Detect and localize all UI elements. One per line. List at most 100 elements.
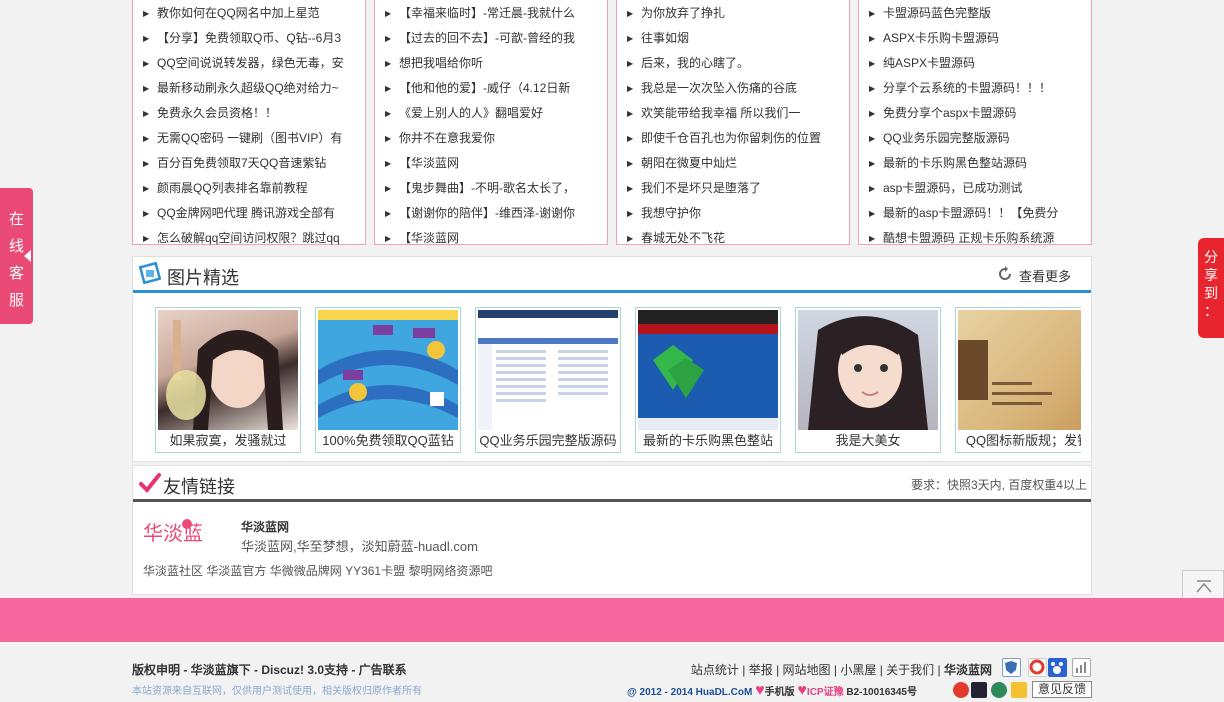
globe-icon[interactable] — [991, 682, 1007, 698]
stats-icon[interactable] — [1072, 658, 1091, 677]
list-item[interactable]: ▶ 想把我唱给你听 — [375, 51, 607, 76]
friend-link[interactable]: 黎明网络资源吧 — [408, 564, 492, 578]
online-service-tab[interactable]: 在线客服 — [0, 188, 33, 324]
list-item[interactable]: ▶ 最新的asp卡盟源码！！【免费分 — [859, 201, 1091, 226]
list-item[interactable]: ▶ 后来，我的心瞎了。 — [617, 51, 849, 76]
list-item[interactable]: ▶ QQ业务乐园完整版源码 — [859, 126, 1091, 151]
list-item[interactable]: ▶ 【他和他的爱】-威仔（4.12日新 — [375, 76, 607, 101]
list-item-text: 最新移动刷永久超级QQ绝对给力~ — [157, 81, 339, 95]
picture-card[interactable]: 最新的卡乐购黑色整站 — [635, 307, 781, 453]
list-item[interactable]: ▶ 我们不是坏只是堕落了 — [617, 176, 849, 201]
list-item[interactable]: ▶ 百分百免费领取7天QQ音速紫钻 — [133, 151, 365, 176]
heart-icon: ♥ — [797, 682, 807, 699]
bullet-arrow-icon: ▶ — [385, 34, 392, 43]
list-item[interactable]: ▶ 【谢谢你的陪伴】-维西泽-谢谢你 — [375, 201, 607, 226]
list-item[interactable]: ▶ 我总是一次次坠入伤痛的谷底 — [617, 76, 849, 101]
list-item-text: 后来，我的心瞎了。 — [641, 56, 750, 70]
mail-icon[interactable] — [1011, 682, 1027, 698]
links-header: 友情链接 要求：快照3天内, 百度权重4以上 — [133, 466, 1091, 502]
picture-card[interactable]: QQ业务乐园完整版源码 — [475, 307, 621, 453]
baidu-paw-icon[interactable] — [1048, 658, 1067, 677]
list-item[interactable]: ▶ 颜雨晨QQ列表排名靠前教程 — [133, 176, 365, 201]
picture-card[interactable]: QQ图标新版规；发钻 — [955, 307, 1081, 453]
list-item[interactable]: ▶ 【幸福来临时】-常迁晨-我就什么 — [375, 1, 607, 26]
list-item[interactable]: ▶ 欢笑能带给我幸福 所以我们一 — [617, 101, 849, 126]
featured-link-name[interactable]: 华淡蓝网 — [241, 518, 289, 535]
list-item[interactable]: ▶ ASPX卡乐购卡盟源码 — [859, 26, 1091, 51]
girl-photo — [158, 310, 298, 430]
list-item[interactable]: ▶ 即使千仓百孔也为你留刺伤的位置 — [617, 126, 849, 151]
friend-link[interactable]: YY361卡盟 — [345, 564, 405, 578]
list-item[interactable]: ▶ 为你放弃了挣扎 — [617, 1, 849, 26]
list-item-text: asp卡盟源码，已成功测试 — [883, 181, 1023, 195]
list-item-text: 纯ASPX卡盟源码 — [883, 56, 976, 70]
footer-copyright-links[interactable]: 版权申明 - 华淡蓝旗下 - Discuz! 3.0支持 - 广告联系 — [132, 661, 407, 678]
list-item[interactable]: ▶ 【鬼步舞曲】-不明-歌名太长了， — [375, 176, 607, 201]
badge-icon[interactable] — [953, 682, 969, 698]
footer-mobile-link[interactable]: 手机版 — [765, 687, 795, 698]
list-item-text: 怎么破解qq空间访问权限？跳过qq — [157, 231, 340, 245]
bullet-arrow-icon: ▶ — [385, 234, 392, 243]
list-item[interactable]: ▶ 【分享】免费领取Q币、Q钻--6月3 — [133, 26, 365, 51]
friend-link[interactable]: 华淡蓝官方 — [206, 564, 266, 578]
bullet-arrow-icon: ▶ — [143, 9, 150, 18]
list-item[interactable]: ▶ 【华淡蓝网 — [375, 226, 607, 251]
picture-card[interactable]: 如果寂寞，发骚就过 — [155, 307, 301, 453]
list-item-text: 欢笑能带给我幸福 所以我们一 — [641, 106, 801, 120]
list-item-text: 为你放弃了挣扎 — [641, 6, 726, 20]
pictures-more-link[interactable]: 查看更多 — [1019, 266, 1071, 285]
picture-card[interactable]: 100%免费领取QQ蓝钻 — [315, 307, 461, 453]
list-item[interactable]: ▶ 酷想卡盟源码 正规卡乐购系统源 — [859, 226, 1091, 251]
list-item-text: 【鬼步舞曲】-不明-歌名太长了， — [399, 181, 575, 195]
list-item-text: 《爱上别人的人》翻唱爱好 — [399, 106, 544, 120]
bullet-arrow-icon: ▶ — [385, 59, 392, 68]
bullet-arrow-icon: ▶ — [143, 59, 150, 68]
police-icon[interactable] — [971, 682, 987, 698]
list-item[interactable]: ▶ 【过去的回不去】-可歆-曾经的我 — [375, 26, 607, 51]
footer-link[interactable]: 关于我们 — [886, 663, 934, 677]
bullet-arrow-icon: ▶ — [143, 34, 150, 43]
list-item[interactable]: ▶ QQ金牌网吧代理 腾讯游戏全部有 — [133, 201, 365, 226]
list-item-text: 百分百免费领取7天QQ音速紫钻 — [157, 156, 327, 170]
list-item[interactable]: ▶ 教你如何在QQ网名中加上星范 — [133, 1, 365, 26]
list-item-text: 【过去的回不去】-可歆-曾经的我 — [399, 31, 575, 45]
list-item[interactable]: ▶ 分享个云系统的卡盟源码！！！ — [859, 76, 1091, 101]
list-item[interactable]: ▶ 朝阳在微夏中灿烂 — [617, 151, 849, 176]
list-item[interactable]: ▶ 卡盟源码蓝色完整版 — [859, 1, 1091, 26]
footer-link[interactable]: 举报 — [749, 663, 773, 677]
list-item[interactable]: ▶ asp卡盟源码，已成功测试 — [859, 176, 1091, 201]
footer-link[interactable]: 站点统计 — [691, 663, 739, 677]
bullet-arrow-icon: ▶ — [143, 184, 150, 193]
feedback-button[interactable]: 意见反馈 — [1032, 681, 1092, 698]
shield-icon[interactable] — [1002, 658, 1021, 677]
list-item[interactable]: ▶ 我想守护你 — [617, 201, 849, 226]
list-item[interactable]: ▶ 春城无处不飞花 — [617, 226, 849, 251]
list-item[interactable]: ▶ 往事如烟 — [617, 26, 849, 51]
picture-card[interactable]: 我是大美女 — [795, 307, 941, 453]
list-item[interactable]: ▶ 怎么破解qq空间访问权限？跳过qq — [133, 226, 365, 251]
list-item[interactable]: ▶ 纯ASPX卡盟源码 — [859, 51, 1091, 76]
list-item-text: 无需QQ密码 一键刷（图书VIP）有 — [157, 131, 343, 145]
footer-icp[interactable]: ICP证豫 — [807, 687, 844, 698]
friend-link[interactable]: 华淡蓝社区 — [143, 564, 203, 578]
list-item-text: 【分享】免费领取Q币、Q钻--6月3 — [157, 31, 342, 45]
cnzz-icon[interactable] — [1028, 658, 1047, 677]
huadl-logo[interactable]: 华淡蓝 — [143, 516, 233, 546]
list-item[interactable]: ▶ 免费永久会员资格！！ — [133, 101, 365, 126]
friend-link[interactable]: 华微微品牌网 — [270, 564, 342, 578]
list-item[interactable]: ▶ 《爱上别人的人》翻唱爱好 — [375, 101, 607, 126]
list-item[interactable]: ▶ QQ空间说说转发器，绿色无毒，安 — [133, 51, 365, 76]
bullet-arrow-icon: ▶ — [627, 159, 634, 168]
list-item[interactable]: ▶ 你并不在意我爱你 — [375, 126, 607, 151]
list-item[interactable]: ▶ 最新移动刷永久超级QQ绝对给力~ — [133, 76, 365, 101]
share-tab[interactable]: 分享到： — [1198, 238, 1224, 338]
footer-link[interactable]: 网站地图 — [783, 663, 831, 677]
bullet-arrow-icon: ▶ — [627, 209, 634, 218]
list-item[interactable]: ▶ 无需QQ密码 一键刷（图书VIP）有 — [133, 126, 365, 151]
footer-site-name[interactable]: 华淡蓝网 — [944, 663, 992, 677]
list-item[interactable]: ▶ 免费分享个aspx卡盟源码 — [859, 101, 1091, 126]
list-item[interactable]: ▶ 最新的卡乐购黑色整站源码 — [859, 151, 1091, 176]
list-item[interactable]: ▶ 【华淡蓝网 — [375, 151, 607, 176]
footer-link[interactable]: 小黑屋 — [840, 663, 876, 677]
bullet-arrow-icon: ▶ — [385, 184, 392, 193]
